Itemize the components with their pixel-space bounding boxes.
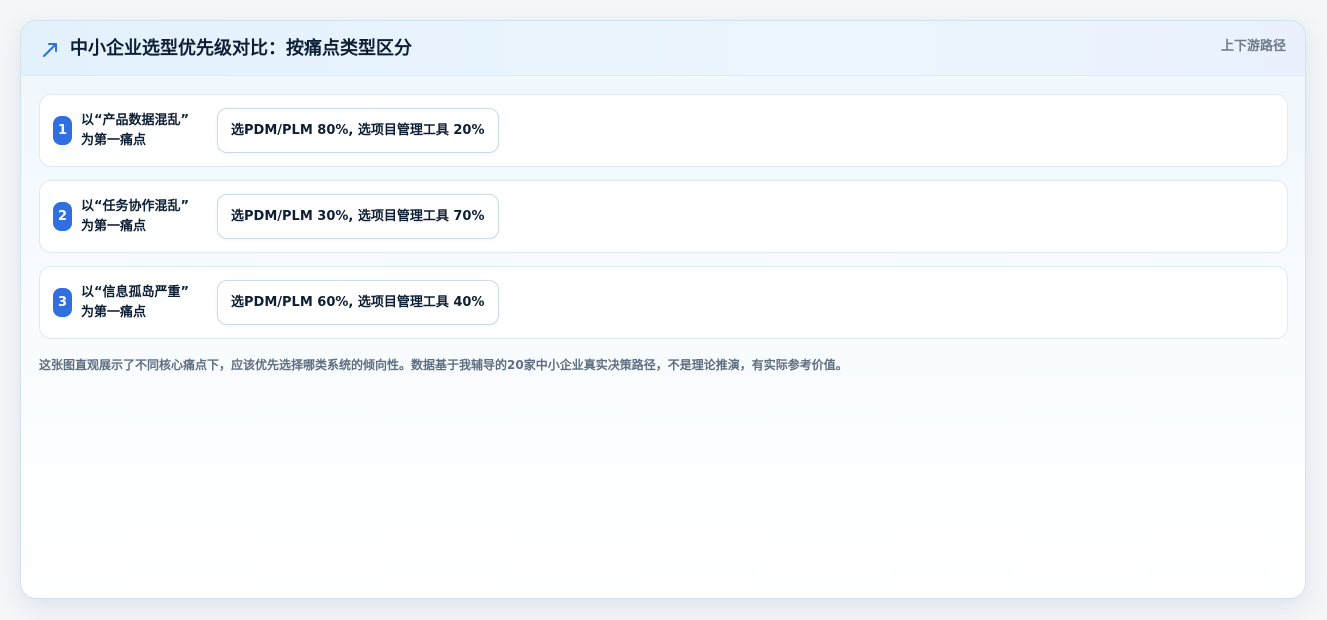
comparison-card: 中小企业选型优先级对比：按痛点类型区分 上下游路径 1 以“产品数据混乱” 为第…	[20, 20, 1306, 599]
row-label-line1: 以“信息孤岛严重”	[81, 285, 190, 300]
trending-arrow-icon	[43, 43, 57, 57]
upstream-downstream-link[interactable]: 上下游路径	[1221, 35, 1286, 54]
selection-ratio-pill: 选PDM/PLM 80%, 选项目管理工具 20%	[217, 108, 499, 153]
row-label-line2: 为第一痛点	[81, 219, 147, 234]
row-label-line2: 为第一痛点	[81, 133, 147, 148]
selection-ratio-pill: 选PDM/PLM 60%, 选项目管理工具 40%	[217, 280, 499, 325]
pain-point-row: 3 以“信息孤岛严重” 为第一痛点 选PDM/PLM 60%, 选项目管理工具 …	[39, 266, 1288, 339]
selection-ratio-pill: 选PDM/PLM 30%, 选项目管理工具 70%	[217, 194, 499, 239]
row-index-badge: 2	[53, 202, 72, 231]
page-title: 中小企业选型优先级对比：按痛点类型区分	[70, 38, 412, 59]
row-label-line1: 以“产品数据混乱”	[81, 113, 190, 128]
card-header: 中小企业选型优先级对比：按痛点类型区分 上下游路径	[21, 21, 1305, 76]
row-index-badge: 3	[53, 288, 72, 317]
row-label: 以“任务协作混乱” 为第一痛点	[81, 197, 216, 237]
row-label: 以“产品数据混乱” 为第一痛点	[81, 111, 216, 151]
footnote-text: 这张图直观展示了不同核心痛点下，应该优先选择哪类系统的倾向性。数据基于我辅导的2…	[39, 358, 848, 372]
pain-point-row: 2 以“任务协作混乱” 为第一痛点 选PDM/PLM 30%, 选项目管理工具 …	[39, 180, 1288, 253]
pain-point-list: 1 以“产品数据混乱” 为第一痛点 选PDM/PLM 80%, 选项目管理工具 …	[39, 94, 1288, 352]
pain-point-row: 1 以“产品数据混乱” 为第一痛点 选PDM/PLM 80%, 选项目管理工具 …	[39, 94, 1288, 167]
row-label-line1: 以“任务协作混乱”	[81, 199, 190, 214]
row-label: 以“信息孤岛严重” 为第一痛点	[81, 283, 216, 323]
row-label-line2: 为第一痛点	[81, 305, 147, 320]
row-index-badge: 1	[53, 116, 72, 145]
